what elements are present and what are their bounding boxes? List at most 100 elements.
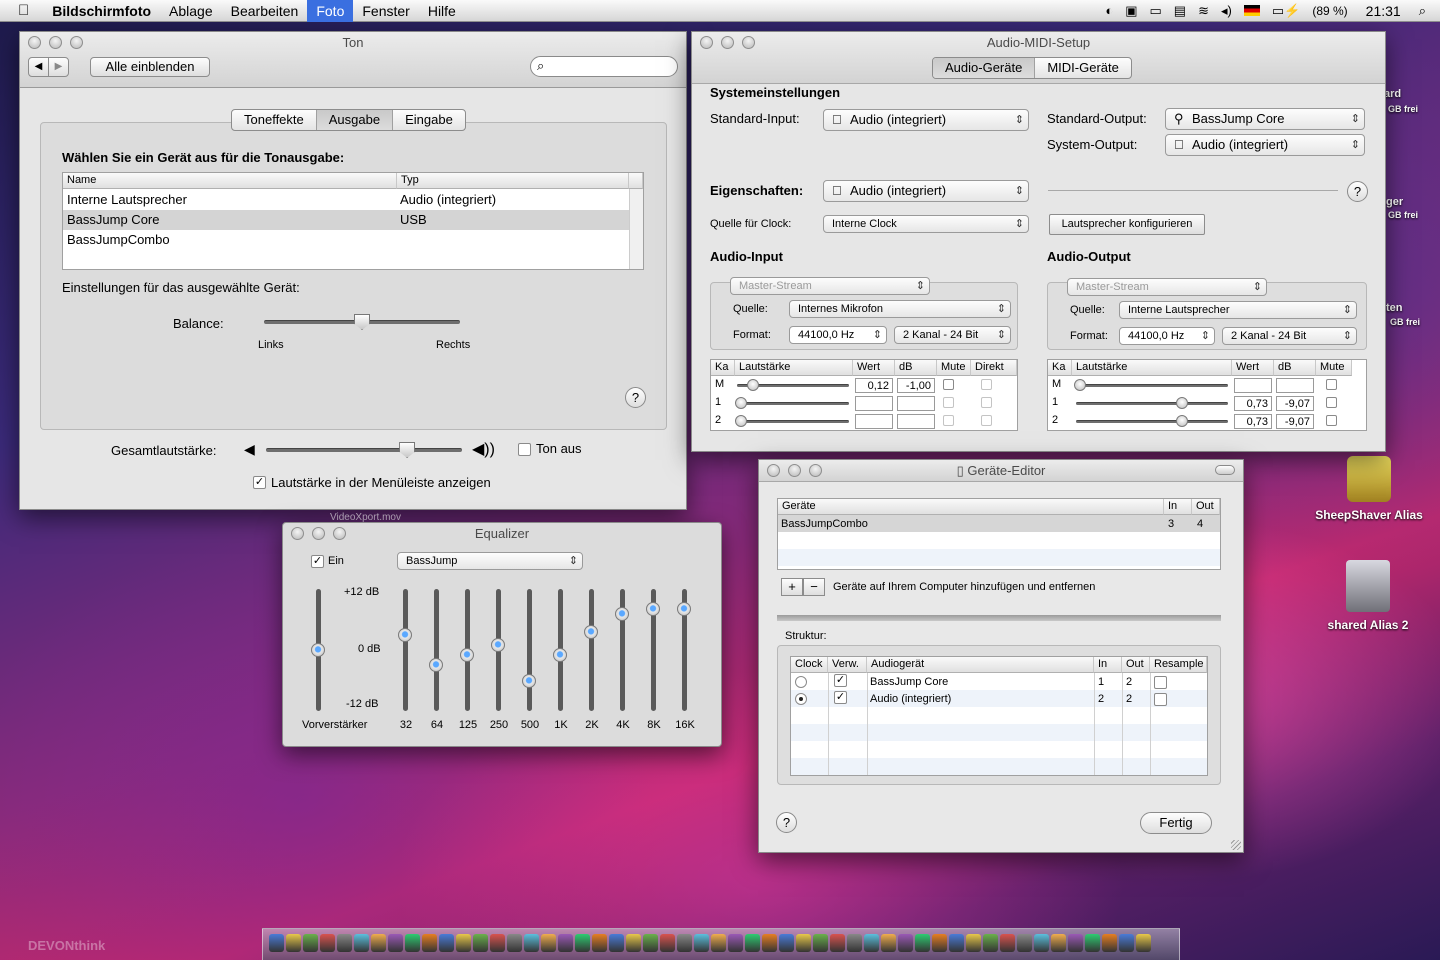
dock-app-icon[interactable] xyxy=(303,934,318,952)
minimize-button[interactable] xyxy=(721,36,734,49)
battery-icon[interactable]: ▭⚡ xyxy=(1266,3,1306,19)
spotlight-icon[interactable]: ⌕ xyxy=(1413,3,1440,19)
col-out[interactable]: Out xyxy=(1192,499,1220,515)
eq-enable-checkbox[interactable]: ✓ xyxy=(311,555,324,568)
zoom-button[interactable] xyxy=(809,464,822,477)
default-input-select[interactable]:  Audio (integriert) xyxy=(823,109,1029,131)
channel-value-field[interactable]: 0,73 xyxy=(1234,396,1272,411)
dock-app-icon[interactable] xyxy=(1136,934,1151,952)
eq-band-knob[interactable] xyxy=(398,627,412,642)
eq-band-knob[interactable] xyxy=(429,658,443,673)
channel-volume-knob[interactable] xyxy=(735,415,747,427)
dock-app-icon[interactable] xyxy=(983,934,998,952)
eq-band-knob[interactable] xyxy=(491,637,505,652)
dock-app-icon[interactable] xyxy=(473,934,488,952)
desktop-icon-shared[interactable]: shared Alias 2 xyxy=(1318,560,1418,632)
dock-app-icon[interactable] xyxy=(1102,934,1117,952)
menu-ablage[interactable]: Ablage xyxy=(160,0,222,22)
col-db[interactable]: dB xyxy=(1274,360,1316,376)
output-master-stream-select[interactable]: Master-Stream xyxy=(1067,278,1267,296)
clock-source-radio[interactable] xyxy=(795,676,807,688)
eq-band-slider[interactable] xyxy=(589,589,594,711)
channel-mute-checkbox[interactable] xyxy=(943,397,954,408)
col-db[interactable]: dB xyxy=(895,360,937,376)
add-device-button[interactable]: + xyxy=(781,578,803,596)
channel-mute-checkbox[interactable] xyxy=(943,415,954,426)
menu-bearbeiten[interactable]: Bearbeiten xyxy=(222,0,308,22)
column-header-type[interactable]: Typ xyxy=(397,173,629,189)
toolbar-toggle-button[interactable] xyxy=(1215,465,1235,475)
display-icon[interactable]: ▤ xyxy=(1168,3,1192,19)
eq-band-knob[interactable] xyxy=(460,648,474,663)
dock-app-icon[interactable] xyxy=(1017,934,1032,952)
menu-app-name[interactable]: Bildschirmfoto xyxy=(43,0,160,22)
dock-app-icon[interactable] xyxy=(643,934,658,952)
dock-app-icon[interactable] xyxy=(575,934,590,952)
dock-app-icon[interactable] xyxy=(779,934,794,952)
dock-app-icon[interactable] xyxy=(490,934,505,952)
eq-band-knob[interactable] xyxy=(584,625,598,640)
col-devices[interactable]: Geräte xyxy=(778,499,1164,515)
dock-app-icon[interactable] xyxy=(796,934,811,952)
zoom-button[interactable] xyxy=(742,36,755,49)
dock-app-icon[interactable] xyxy=(1119,934,1134,952)
dock-app-icon[interactable] xyxy=(1034,934,1049,952)
search-input[interactable]: ⌕ xyxy=(530,56,678,77)
dock-app-icon[interactable] xyxy=(830,934,845,952)
dock-app-icon[interactable] xyxy=(864,934,879,952)
channel-value-field[interactable] xyxy=(855,396,893,411)
channel-volume-slider[interactable] xyxy=(1076,420,1228,423)
col-mute[interactable]: Mute xyxy=(1316,360,1352,376)
minimize-button[interactable] xyxy=(788,464,801,477)
col-clock[interactable]: Clock xyxy=(791,657,828,673)
dock-app-icon[interactable] xyxy=(898,934,913,952)
col-volume[interactable]: Lautstärke xyxy=(1072,360,1232,376)
dock-app-icon[interactable] xyxy=(813,934,828,952)
channel-direct-checkbox[interactable] xyxy=(981,397,992,408)
resample-checkbox[interactable] xyxy=(1154,676,1167,689)
channel-volume-slider[interactable] xyxy=(737,402,849,405)
dock-app-icon[interactable] xyxy=(320,934,335,952)
wifi-icon[interactable]: ≋ xyxy=(1192,3,1215,19)
input-source-select[interactable]: Internes Mikrofon xyxy=(789,300,1011,318)
eq-band-knob[interactable] xyxy=(646,602,660,617)
col-use[interactable]: Verw. xyxy=(828,657,867,673)
eq-band-knob[interactable] xyxy=(522,673,536,688)
input-master-stream-select[interactable]: Master-Stream xyxy=(730,277,930,295)
resize-grip[interactable] xyxy=(1231,840,1241,850)
table-row[interactable]: BassJump Core xyxy=(67,212,159,227)
col-audio-device[interactable]: Audiogerät xyxy=(867,657,1094,673)
eq-band-knob[interactable] xyxy=(615,607,629,622)
tab-toneffekte[interactable]: Toneffekte xyxy=(232,110,317,130)
dock-app-icon[interactable] xyxy=(1051,934,1066,952)
col-in[interactable]: In xyxy=(1094,657,1122,673)
channel-mute-checkbox[interactable] xyxy=(1326,379,1337,390)
dock-app-icon[interactable] xyxy=(966,934,981,952)
col-in[interactable]: In xyxy=(1164,499,1192,515)
split-divider[interactable] xyxy=(777,615,1221,621)
dock-app-icon[interactable] xyxy=(762,934,777,952)
dock-app-icon[interactable] xyxy=(932,934,947,952)
col-channel[interactable]: Ka xyxy=(1048,360,1072,376)
system-output-select[interactable]:  Audio (integriert) xyxy=(1165,134,1365,156)
timemachine-icon[interactable]: ◐ xyxy=(1099,3,1119,18)
channel-direct-checkbox[interactable] xyxy=(981,415,992,426)
channel-volume-knob[interactable] xyxy=(1074,379,1086,391)
desktop-icon-sheepshaver[interactable]: SheepShaver Alias xyxy=(1310,456,1428,522)
dock-app-icon[interactable] xyxy=(609,934,624,952)
back-button[interactable]: ◀ xyxy=(28,57,49,77)
col-direct[interactable]: Direkt xyxy=(971,360,1017,376)
eq-band-slider[interactable] xyxy=(527,589,532,711)
dock-app-icon[interactable] xyxy=(269,934,284,952)
dock-app-icon[interactable] xyxy=(1068,934,1083,952)
resample-checkbox[interactable] xyxy=(1154,693,1167,706)
channel-volume-slider[interactable] xyxy=(737,420,849,423)
table-row[interactable]: BassJumpCombo xyxy=(67,232,170,247)
clock-source-select[interactable]: Interne Clock xyxy=(823,215,1029,233)
col-value[interactable]: Wert xyxy=(853,360,895,376)
dock-app-icon[interactable] xyxy=(388,934,403,952)
dock-app-icon[interactable] xyxy=(286,934,301,952)
channel-mute-checkbox[interactable] xyxy=(943,379,954,390)
remove-device-button[interactable]: − xyxy=(803,578,825,596)
channel-volume-slider[interactable] xyxy=(1076,384,1228,387)
